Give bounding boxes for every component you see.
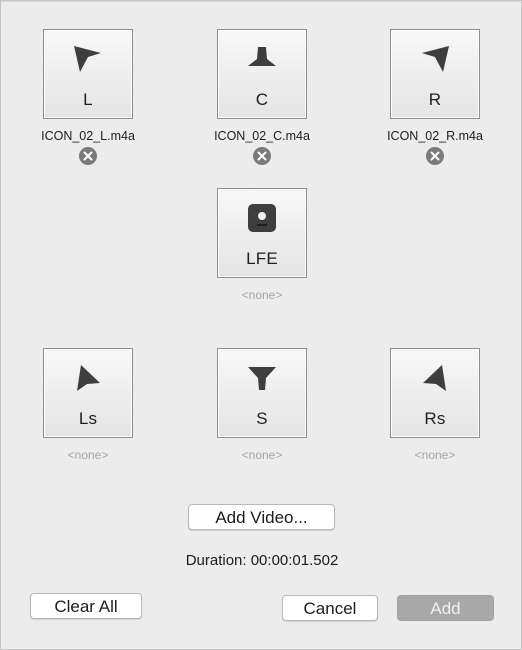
remove-r-icon[interactable] [426, 147, 444, 165]
channel-c-label: C [255, 90, 269, 109]
channel-rs-drop-well[interactable]: Rs [390, 348, 480, 438]
channel-c: C ICON_02_C.m4a [197, 29, 327, 165]
channel-s-file-name: <none> [241, 448, 283, 462]
channel-lfe-drop-well[interactable]: LFE [217, 188, 307, 278]
channel-c-file-name: ICON_02_C.m4a [214, 129, 310, 143]
channel-lfe-label: LFE [246, 249, 278, 268]
channel-r-file-name: ICON_02_R.m4a [387, 129, 483, 143]
channel-s-label: S [256, 409, 268, 428]
surround-sound-dialog: L ICON_02_L.m4a C ICON_02_C.m4a R ICON_0… [0, 0, 522, 650]
remove-c-icon[interactable] [253, 147, 271, 165]
channel-ls: Ls <none> [23, 348, 153, 462]
channel-r-drop-well[interactable]: R [390, 29, 480, 119]
cancel-button[interactable]: Cancel [282, 595, 378, 621]
speaker-front-left-icon [74, 46, 101, 72]
duration-label: Duration: 00:00:01.502 [185, 552, 339, 569]
channel-rs-file-name: <none> [414, 448, 456, 462]
channel-s: S <none> [197, 348, 327, 462]
channel-rs: Rs <none> [370, 348, 500, 462]
top-divider [1, 1, 522, 2]
speaker-surround-left-icon [77, 365, 100, 391]
channel-l-file-name: ICON_02_L.m4a [41, 129, 135, 143]
speaker-front-right-icon [422, 46, 449, 72]
clear-all-button[interactable]: Clear All [30, 593, 142, 619]
channel-l-drop-well[interactable]: L [43, 29, 133, 119]
channel-r-label: R [428, 90, 442, 109]
channel-l: L ICON_02_L.m4a [23, 29, 153, 165]
channel-ls-drop-well[interactable]: Ls [43, 348, 133, 438]
channel-rs-label: Rs [424, 409, 446, 428]
channel-r: R ICON_02_R.m4a [370, 29, 500, 165]
channel-lfe-file-name: <none> [241, 288, 283, 302]
speaker-surround-icon [248, 367, 276, 390]
channel-ls-file-name: <none> [67, 448, 109, 462]
channel-l-label: L [83, 90, 93, 109]
channel-s-drop-well[interactable]: S [217, 348, 307, 438]
channel-lfe: LFE <none> [197, 188, 327, 302]
channel-c-drop-well[interactable]: C [217, 29, 307, 119]
remove-l-icon[interactable] [79, 147, 97, 165]
speaker-center-icon [248, 47, 276, 66]
speaker-surround-right-icon [423, 365, 446, 391]
subwoofer-icon [248, 204, 276, 232]
channel-ls-label: Ls [78, 409, 98, 428]
add-button[interactable]: Add [397, 595, 494, 621]
add-video-button[interactable]: Add Video... [188, 504, 335, 530]
